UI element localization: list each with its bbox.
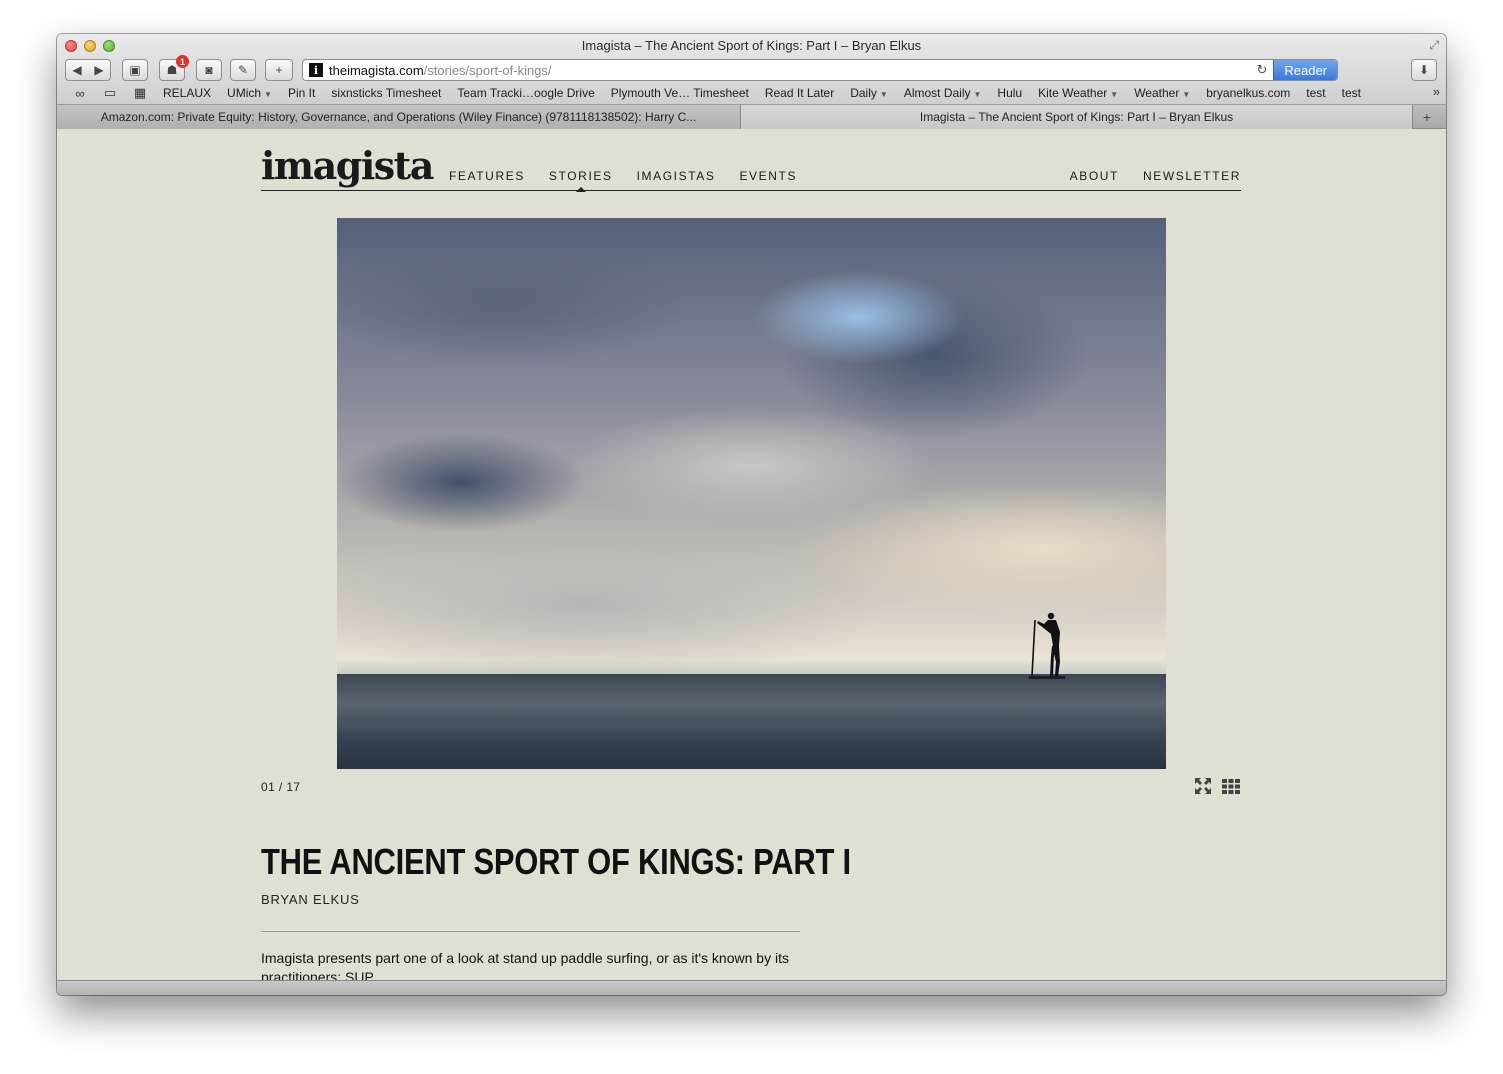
back-icon[interactable]: ◀	[72, 63, 81, 77]
bookmark-label: Weather	[1134, 86, 1180, 100]
grid-view-icon[interactable]	[1221, 776, 1241, 796]
notification-badge: 1	[176, 55, 189, 68]
forward-icon[interactable]: ▶	[94, 63, 103, 77]
top-sites-grid-icon[interactable]: ▦	[125, 85, 155, 101]
bookmark-label: Read It Later	[764, 86, 835, 100]
url-host: theimagista.com	[329, 62, 424, 78]
window-title: Imagista – The Ancient Sport of Kings: P…	[581, 38, 922, 53]
pocket-icon: ◙	[205, 63, 213, 77]
reading-list-icon[interactable]: ∞	[65, 86, 95, 101]
nav-stories[interactable]: STORIES	[549, 169, 613, 192]
browser-window: Imagista – The Ancient Sport of Kings: P…	[57, 34, 1446, 995]
bookmark-list: RELAUX UMich ▼ Pin It sixnsticks Timesheet Te…	[155, 86, 1369, 100]
bookmark-item[interactable]: UMich ▼	[219, 86, 280, 100]
reader-button[interactable]: Reader	[1273, 60, 1337, 80]
address-bar[interactable]: i theimagista.com /stories/sport-of-king…	[302, 59, 1338, 81]
reload-icon[interactable]: ↻	[1256, 62, 1267, 78]
bookmark-item[interactable]: Pin It	[280, 86, 323, 100]
downloads-button[interactable]: ⬇	[1411, 59, 1437, 81]
extension-button[interactable]: ☗ 1	[159, 55, 189, 81]
bookmark-label: Plymouth Ve… Timesheet	[610, 86, 749, 100]
add-tab-icon[interactable]: +	[1413, 105, 1441, 128]
tab-bar: Amazon.com: Private Equity: History, Gov…	[57, 105, 1446, 129]
gallery-controls: 01 / 17	[261, 778, 1241, 800]
more-bookmarks-icon[interactable]: »	[1433, 84, 1440, 99]
bookmark-item[interactable]: RELAUX	[155, 86, 219, 100]
secondary-nav: ABOUT NEWSLETTER	[1070, 169, 1241, 183]
dropdown-arrow-icon: ▼	[264, 90, 272, 99]
photo-sea	[337, 674, 1166, 769]
bookmarks-bar: ∞ ▭ ▦ RELAUX UMich ▼ Pin It sixnsticks Times…	[57, 82, 1446, 104]
tab-imagista[interactable]: Imagista – The Ancient Sport of Kings: P…	[741, 105, 1413, 129]
pocket-button[interactable]: ◙	[196, 59, 222, 81]
bookmark-item[interactable]: Plymouth Ve… Timesheet	[603, 86, 757, 100]
divider	[261, 931, 800, 932]
tab-label: Imagista – The Ancient Sport of Kings: P…	[919, 110, 1234, 124]
nav-imagistas[interactable]: IMAGISTAS	[637, 169, 716, 183]
status-bar	[57, 980, 1446, 995]
article-title: THE ANCIENT SPORT OF KINGS: PART I	[261, 841, 851, 882]
bookmark-label: Kite Weather	[1038, 86, 1108, 100]
bookmark-label: Team Tracki…oogle Drive	[457, 86, 595, 100]
slide-counter: 01 / 17	[261, 780, 301, 794]
article-author[interactable]: BRYAN ELKUS	[261, 892, 360, 907]
download-icon: ⬇	[1418, 63, 1430, 77]
tab-label: Amazon.com: Private Equity: History, Gov…	[100, 110, 697, 124]
tools-button[interactable]: ✎	[230, 59, 256, 81]
bookmark-label: Almost Daily	[903, 86, 971, 100]
dropdown-arrow-icon: ▼	[1182, 90, 1191, 99]
site-header: imagista FEATURES STORIES IMAGISTAS EVEN…	[261, 129, 1241, 192]
bookmark-item[interactable]: Almost Daily ▼	[896, 86, 990, 100]
browser-toolbar: Imagista – The Ancient Sport of Kings: P…	[57, 34, 1446, 105]
nav-events[interactable]: EVENTS	[739, 169, 797, 183]
dropdown-arrow-icon: ▼	[1110, 90, 1119, 99]
bookmark-item[interactable]: sixnsticks Timesheet	[323, 86, 449, 100]
bookmark-label: test	[1306, 86, 1326, 100]
web-page: imagista FEATURES STORIES IMAGISTAS EVEN…	[57, 129, 1446, 980]
paddler-silhouette	[1029, 612, 1065, 679]
expand-icon[interactable]	[1193, 776, 1213, 796]
bookmark-item[interactable]: Team Tracki…oogle Drive	[449, 86, 602, 100]
bookmark-label: test	[1341, 86, 1361, 100]
wrench-icon: ✎	[237, 63, 249, 77]
bookmark-label: Pin It	[287, 86, 316, 100]
dropdown-arrow-icon: ▼	[973, 90, 982, 99]
bookmark-item[interactable]: test	[1334, 86, 1369, 100]
hero-photo[interactable]	[337, 218, 1166, 769]
tab-amazon[interactable]: Amazon.com: Private Equity: History, Gov…	[57, 105, 741, 129]
bookmark-label: bryanelkus.com	[1206, 86, 1291, 100]
back-forward-buttons: ◀ ▶	[65, 59, 111, 81]
ghost-icon: ☗	[166, 63, 178, 77]
bookmark-item[interactable]: Daily ▼	[842, 86, 896, 100]
bookmark-item[interactable]: bryanelkus.com	[1198, 86, 1298, 100]
plus-icon: +	[275, 63, 283, 77]
bookmark-label: Hulu	[997, 86, 1023, 100]
bookmark-item[interactable]: test	[1298, 86, 1333, 100]
screenshot-button[interactable]: ▣	[122, 59, 148, 81]
nav-features[interactable]: FEATURES	[449, 169, 525, 183]
bookmark-item[interactable]: Hulu	[989, 86, 1030, 100]
bookmark-item[interactable]: Weather ▼	[1126, 86, 1198, 100]
site-favicon: i	[309, 63, 323, 77]
dropdown-arrow-icon: ▼	[879, 90, 888, 99]
nav-about[interactable]: ABOUT	[1070, 169, 1119, 183]
bookmark-label: RELAUX	[163, 86, 212, 100]
new-tab-button[interactable]: +	[265, 59, 293, 81]
bookmark-item[interactable]: Kite Weather ▼	[1030, 86, 1126, 100]
bookmark-label: Daily	[850, 86, 877, 100]
nav-newsletter[interactable]: NEWSLETTER	[1143, 169, 1241, 183]
fullscreen-icon[interactable]: ⤢	[1429, 38, 1439, 53]
article-intro: Imagista presents part one of a look at …	[261, 950, 789, 980]
site-logo[interactable]: imagista	[261, 143, 434, 188]
primary-nav: FEATURES STORIES IMAGISTAS EVENTS	[449, 169, 821, 192]
url-path: /stories/sport-of-kings/	[423, 62, 552, 78]
bookmark-label: UMich	[227, 86, 262, 100]
bookmark-item[interactable]: Read It Later	[757, 86, 842, 100]
screenshot-icon: ▣	[129, 63, 141, 77]
bookmark-label: sixnsticks Timesheet	[331, 86, 442, 100]
bookmarks-book-icon[interactable]: ▭	[95, 85, 125, 101]
